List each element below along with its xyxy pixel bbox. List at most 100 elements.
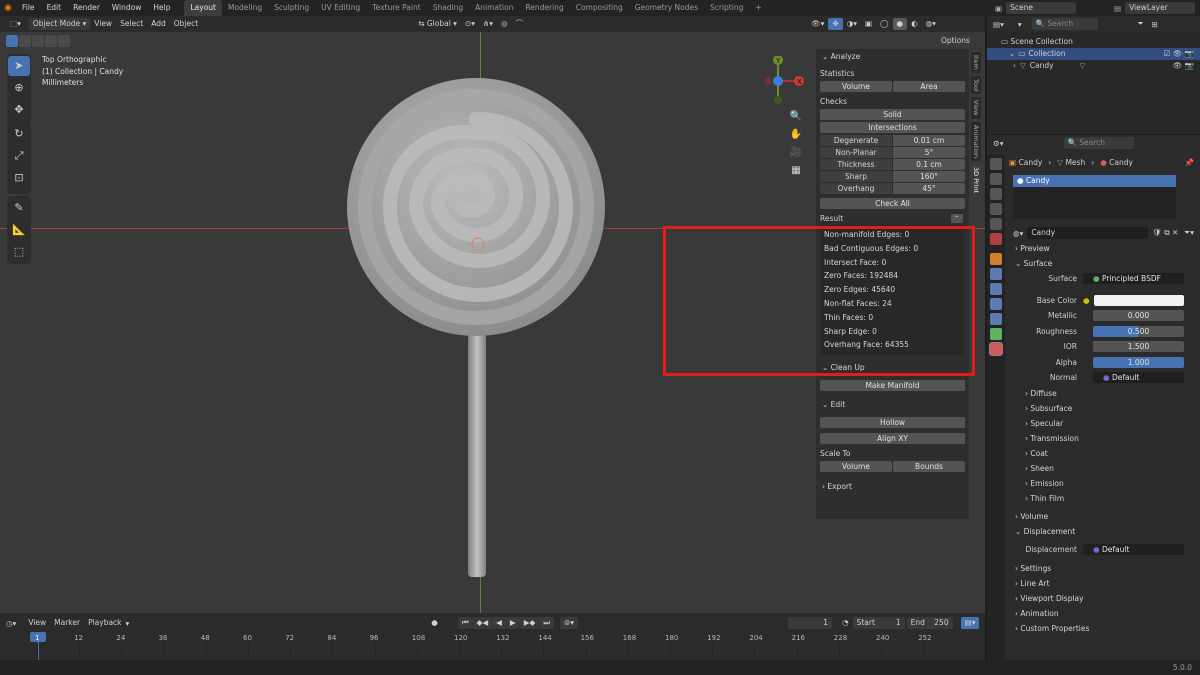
tab-shading[interactable]: Shading — [427, 0, 469, 16]
scene-tab-icon[interactable] — [990, 218, 1002, 230]
constraints-tab-icon[interactable] — [990, 313, 1002, 325]
navigation-gizmo[interactable]: Y X — [765, 56, 815, 108]
tab-layout[interactable]: Layout — [184, 0, 222, 16]
check-thickness[interactable]: Thickness 0.1 cm — [820, 159, 965, 170]
export-header[interactable]: › Export — [816, 479, 969, 495]
menu-add[interactable]: Add — [147, 18, 170, 30]
scene-collection-row[interactable]: ▭ Scene Collection — [1001, 36, 1200, 48]
tab-item[interactable]: Item — [971, 52, 981, 73]
filter-funnel-icon[interactable]: ⏷ — [1138, 19, 1144, 29]
start-field[interactable]: Start 1 — [852, 617, 905, 629]
menu-select[interactable]: Select — [116, 18, 147, 30]
outliner-editor-icon[interactable]: ▤▾ — [993, 20, 1004, 29]
annotate-tool-icon[interactable]: ✎ — [8, 198, 30, 218]
roughness-field[interactable]: 0.500 — [1093, 325, 1184, 337]
collapse-result-icon[interactable]: ⌃ — [950, 214, 963, 223]
non-planar-value[interactable]: 5° — [893, 147, 965, 158]
metallic-field[interactable]: 0.000 — [1093, 310, 1184, 322]
timeline-marker-menu[interactable]: Marker — [50, 617, 84, 629]
specular-section[interactable]: › Specular — [1015, 416, 1200, 431]
view-layer-selector[interactable]: ▤ ViewLayer — [1114, 2, 1196, 14]
jump-keyframe-back-icon[interactable]: ◆◀ — [472, 617, 493, 629]
particles-tab-icon[interactable] — [990, 283, 1002, 295]
tool-tab-icon[interactable] — [990, 158, 1002, 170]
scene-selector[interactable]: ▣ Scene — [995, 2, 1077, 14]
material-slot-row[interactable]: ● Candy — [1013, 175, 1176, 187]
transmission-section[interactable]: › Transmission — [1015, 431, 1200, 446]
modifier-tab-icon[interactable] — [990, 268, 1002, 280]
surface-section[interactable]: ⌄ Surface — [1005, 256, 1200, 271]
check-degenerate[interactable]: Degenerate 0.01 cm — [820, 135, 965, 146]
output-tab-icon[interactable] — [990, 188, 1002, 200]
sharp-value[interactable]: 160° — [893, 171, 965, 182]
properties-editor-icon[interactable]: ⚙▾ — [993, 139, 1004, 148]
emission-section[interactable]: › Emission — [1015, 476, 1200, 491]
select-subtract-icon[interactable] — [32, 35, 44, 47]
tab-modeling[interactable]: Modeling — [222, 0, 268, 16]
preview-section[interactable]: › Preview — [1005, 241, 1200, 256]
data-tab-icon[interactable] — [990, 328, 1002, 340]
options-button[interactable]: Options — [937, 35, 974, 47]
shading-solid-icon[interactable]: ● — [892, 18, 908, 30]
object-tab-icon[interactable] — [990, 253, 1002, 265]
snap-icon[interactable]: ⋔▾ — [479, 18, 497, 30]
check-non-planar[interactable]: Non-Planar 5° — [820, 147, 965, 158]
menu-view[interactable]: View — [90, 18, 116, 30]
blender-logo-icon[interactable]: ◉ — [0, 3, 16, 13]
zoom-icon[interactable]: 🔍 — [788, 108, 804, 126]
material-tab-icon[interactable] — [989, 342, 1003, 356]
displacement-field[interactable]: ● Default — [1083, 543, 1184, 555]
menu-object[interactable]: Object — [170, 18, 202, 30]
sheen-section[interactable]: › Sheen — [1015, 461, 1200, 476]
object-mode-dropdown[interactable]: Object Mode ▾ — [28, 18, 91, 30]
tab-compositing[interactable]: Compositing — [570, 0, 629, 16]
settings-section[interactable]: › Settings — [1005, 561, 1200, 576]
outliner-search[interactable]: 🔍 Search — [1031, 18, 1098, 30]
line-art-section[interactable]: › Line Art — [1005, 576, 1200, 591]
rotate-tool-icon[interactable]: ↻ — [8, 124, 30, 144]
normal-field[interactable]: ● Default — [1093, 372, 1184, 384]
material-name-field[interactable]: Candy — [1027, 227, 1149, 239]
pin-icon[interactable]: 📌 — [1185, 158, 1194, 167]
add-workspace-icon[interactable]: + — [749, 0, 767, 16]
timeline-options-icon[interactable]: ▤▾ — [960, 617, 980, 629]
align-xy-button[interactable]: Align XY — [820, 433, 965, 445]
add-cube-tool-icon[interactable]: ⬚ — [8, 242, 30, 262]
view-layer-name[interactable]: ViewLayer — [1125, 2, 1196, 14]
menu-file[interactable]: File — [16, 0, 41, 16]
check-all-button[interactable]: Check All — [820, 198, 965, 209]
tab-texture-paint[interactable]: Texture Paint — [366, 0, 426, 16]
clock-icon[interactable]: ◔ — [838, 617, 853, 629]
outliner-filter-icon[interactable]: ▾ — [1018, 20, 1022, 29]
play-reverse-icon[interactable]: ◀ — [492, 617, 506, 629]
select-invert-icon[interactable] — [45, 35, 57, 47]
diffuse-section[interactable]: › Diffuse — [1015, 386, 1200, 401]
jump-start-icon[interactable]: ⏮ — [457, 617, 473, 629]
gizmo-toggle-icon[interactable]: ✥ — [828, 18, 843, 30]
tab-animation-side[interactable]: Animation — [971, 121, 981, 162]
tab-sculpting[interactable]: Sculpting — [268, 0, 315, 16]
tab-uv-editing[interactable]: UV Editing — [315, 0, 366, 16]
move-tool-icon[interactable]: ✥ — [8, 100, 30, 120]
measure-tool-icon[interactable]: 📐 — [8, 220, 30, 240]
candy-visibility-icon[interactable]: 👁 📷 — [1173, 60, 1194, 72]
thickness-value[interactable]: 0.1 cm — [893, 159, 965, 170]
thin-film-section[interactable]: › Thin Film — [1015, 491, 1200, 506]
shading-rendered-icon[interactable]: ◍▾ — [922, 18, 940, 30]
cursor-tool-icon[interactable]: ⊕ — [8, 78, 30, 98]
area-button[interactable]: Area — [893, 81, 965, 92]
new-collection-icon[interactable]: ⊞ — [1152, 20, 1158, 29]
analyze-header[interactable]: ⌄ Analyze — [816, 49, 969, 65]
current-frame-field[interactable]: 1 — [788, 617, 833, 629]
tab-rendering[interactable]: Rendering — [519, 0, 569, 16]
jump-end-icon[interactable]: ⏭ — [539, 617, 554, 629]
link-icon[interactable]: ⏷▾ — [1184, 228, 1194, 238]
displacement-section[interactable]: ⌄ Displacement — [1005, 524, 1200, 539]
tab-geometry-nodes[interactable]: Geometry Nodes — [629, 0, 704, 16]
viewport-display-section[interactable]: › Viewport Display — [1005, 591, 1200, 606]
select-tool-icon[interactable]: ➤ — [8, 56, 30, 76]
select-new-icon[interactable] — [6, 35, 18, 47]
transform-orientation-dropdown[interactable]: ⇆ Global ▾ — [414, 18, 461, 30]
fake-user-icon[interactable]: 🛡 ⧉ ✕ — [1152, 228, 1178, 238]
tab-3d-print[interactable]: 3D Print — [971, 164, 981, 197]
